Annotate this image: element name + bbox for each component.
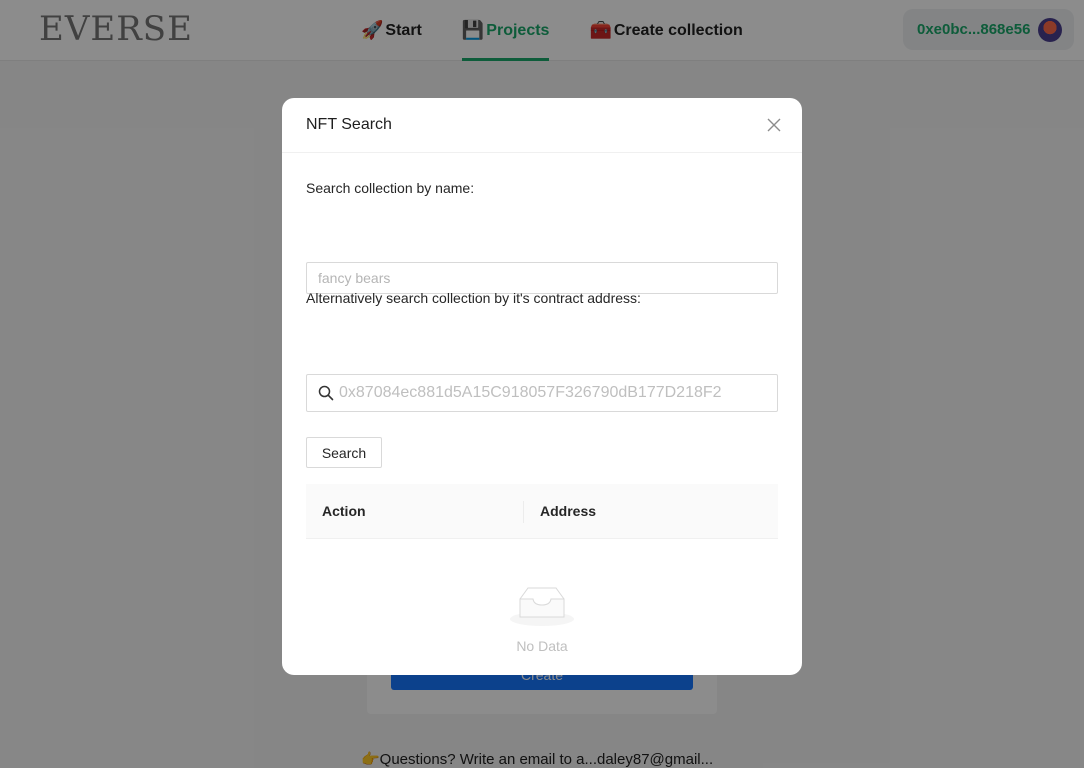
column-header-action: Action bbox=[322, 503, 366, 519]
empty-text: No Data bbox=[516, 638, 568, 654]
search-button[interactable]: Search bbox=[306, 437, 382, 468]
close-button[interactable] bbox=[762, 113, 786, 137]
empty-state: No Data bbox=[306, 585, 778, 654]
contract-address-input[interactable] bbox=[339, 384, 777, 402]
results-table-header: Action Address bbox=[306, 484, 778, 539]
column-divider bbox=[523, 501, 524, 523]
empty-inbox-icon bbox=[510, 587, 574, 626]
modal-title: NFT Search bbox=[306, 116, 392, 133]
column-header-address: Address bbox=[540, 503, 597, 519]
address-search-label: Alternatively search collection by it's … bbox=[306, 290, 641, 306]
close-icon bbox=[767, 118, 781, 132]
nft-search-modal: NFT Search Search collection by name: Al… bbox=[282, 98, 802, 675]
name-search-label: Search collection by name: bbox=[306, 180, 475, 196]
contract-address-field[interactable] bbox=[306, 374, 778, 412]
search-icon bbox=[318, 385, 334, 401]
modal-header: NFT Search bbox=[282, 98, 802, 153]
